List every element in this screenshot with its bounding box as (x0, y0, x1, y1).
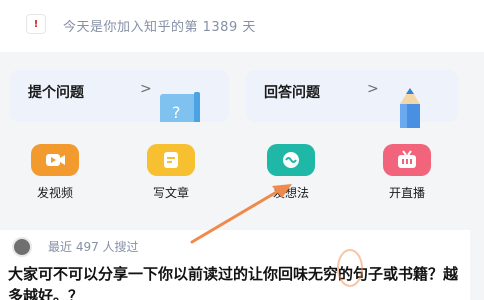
chevron-right-icon: > (367, 81, 379, 97)
feed-avatar (12, 237, 32, 257)
svg-text:?: ? (172, 103, 181, 122)
question-title[interactable]: 大家可不可以分享一下你以前读过的让你回味无穷的句子或书籍？越多越好。？ (8, 263, 464, 300)
write-article-button[interactable]: 写文章 (140, 144, 202, 201)
greeting-text: 今天是你加入知乎的第 1389 天 (63, 20, 256, 35)
chevron-right-icon: > (140, 81, 152, 97)
write-article-label: 写文章 (152, 186, 189, 200)
go-live-button[interactable]: 开直播 (376, 144, 438, 201)
idea-icon (267, 144, 315, 176)
ask-question-card[interactable]: 提个问题 > ? (10, 70, 229, 122)
user-avatar[interactable]: ! (26, 14, 46, 34)
video-icon (31, 144, 79, 176)
avatar-glyph: ! (33, 18, 39, 30)
post-video-label: 发视频 (36, 186, 73, 200)
book-icon: ? (160, 92, 200, 122)
pencil-icon (400, 88, 420, 128)
ask-question-label: 提个问题 (28, 85, 84, 101)
live-icon (383, 144, 431, 176)
article-icon (147, 144, 195, 176)
search-count-text: 最近 497 人搜过 (48, 240, 139, 254)
greeting-bar: ! 今天是你加入知乎的第 1389 天 (0, 0, 484, 52)
go-live-label: 开直播 (388, 186, 425, 200)
answer-question-label: 回答问题 (264, 85, 320, 101)
post-idea-button[interactable]: 发想法 (260, 144, 322, 201)
post-idea-label: 发想法 (272, 186, 309, 200)
post-video-button[interactable]: 发视频 (24, 144, 86, 201)
feed-item[interactable]: 最近 497 人搜过 大家可不可以分享一下你以前读过的让你回味无穷的句子或书籍？… (0, 230, 470, 300)
